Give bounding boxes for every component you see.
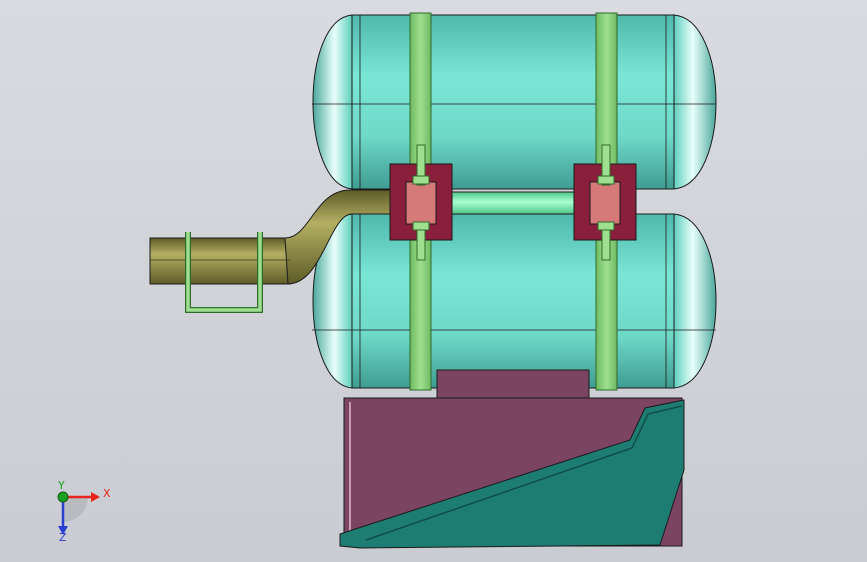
lower-tank[interactable] [312,213,717,389]
bracket-left-pad [405,181,437,225]
y-axis-dot [57,491,69,503]
z-axis-label: Z [59,531,67,544]
cad-viewport[interactable]: X Y Z [0,0,867,562]
inlet-pipe-straight [149,237,291,285]
upper-tank-left-cap [312,14,353,190]
upper-tank-right-cap [673,14,717,190]
x-axis-label: X [103,487,111,500]
base-top-block [436,369,590,399]
bracket-right-pad [589,181,621,225]
upper-tank-body [351,14,675,190]
lower-tank-right-cap [673,213,717,389]
connector-pipe[interactable] [451,191,577,215]
assembly-view[interactable]: X Y Z [0,0,867,562]
y-axis-label: Y [57,479,65,492]
base-mount[interactable] [339,369,685,549]
axis-triad: X Y Z [57,479,111,544]
upper-tank[interactable] [312,14,717,190]
